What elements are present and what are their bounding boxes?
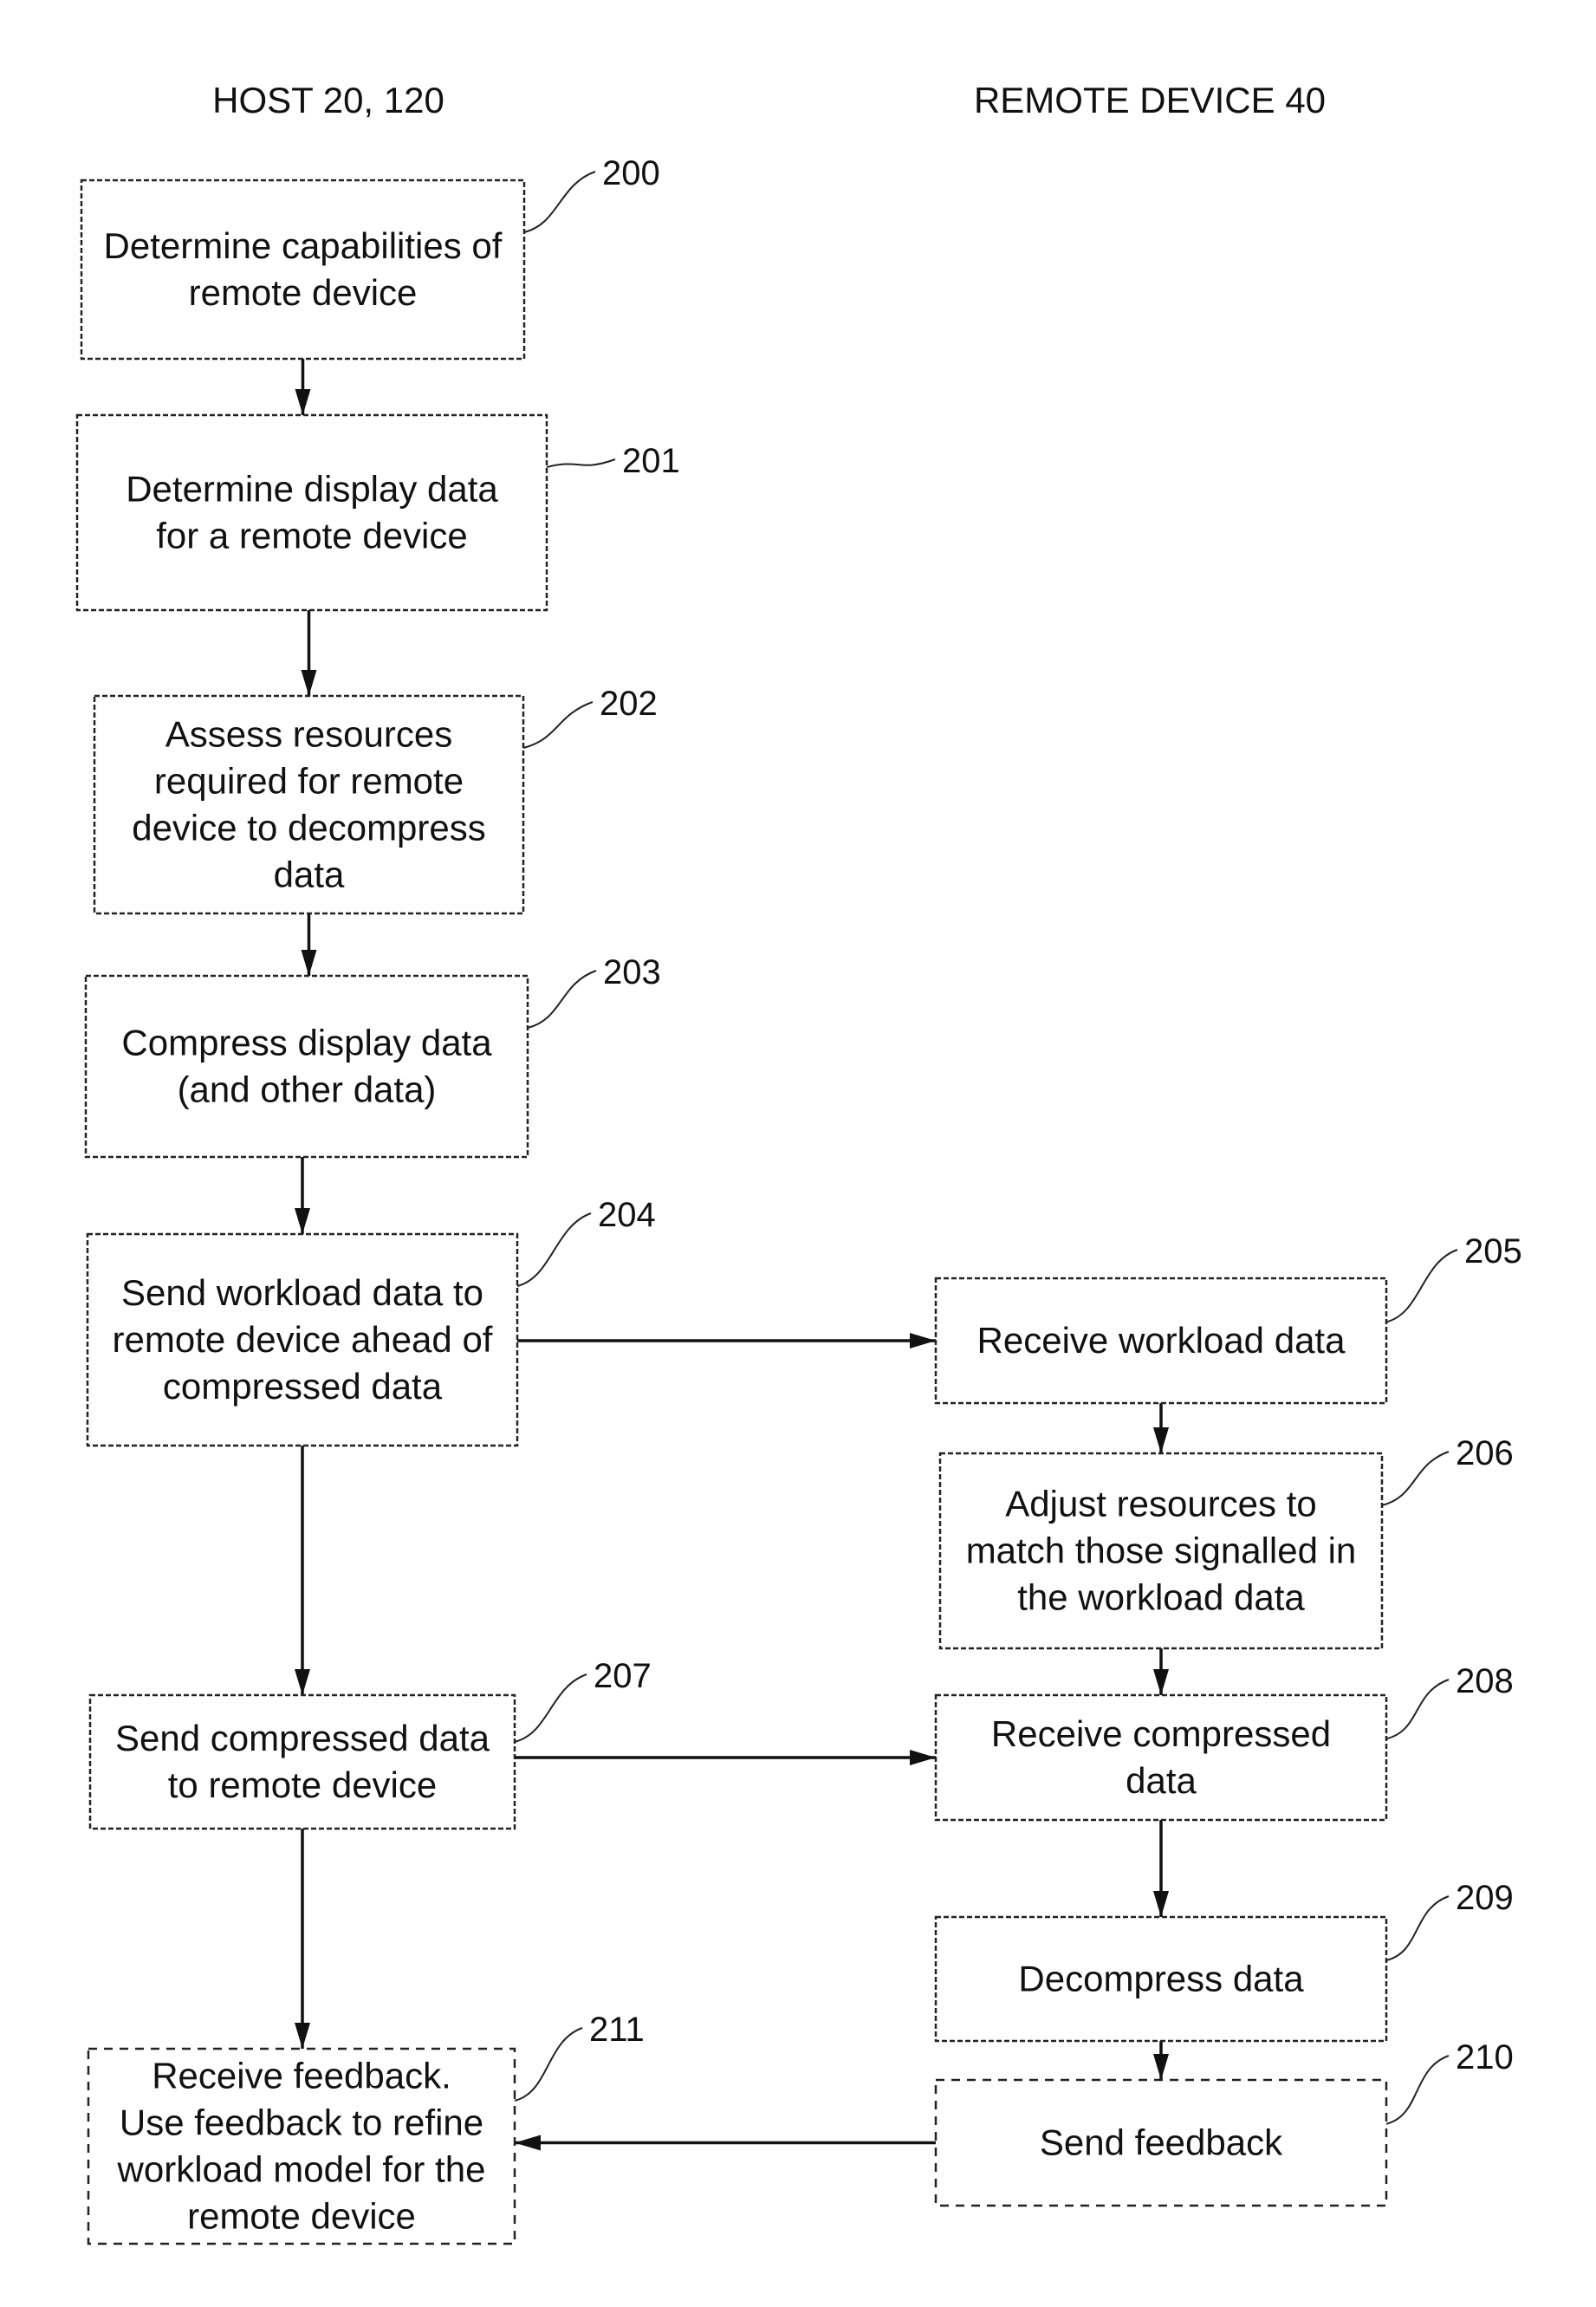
step-label-line: Use feedback to refine xyxy=(120,2102,483,2143)
edge-207-211 xyxy=(295,1829,310,2049)
reference-leader-line xyxy=(1385,2055,1450,2125)
arrowhead-icon xyxy=(301,670,317,696)
step-label-line: Send workload data to xyxy=(121,1272,483,1313)
edge-203-204 xyxy=(295,1157,310,1234)
reference-leader-line xyxy=(527,970,597,1029)
step-label-line: Decompress data xyxy=(1018,1959,1304,1999)
reference-numeral: 205 xyxy=(1464,1232,1522,1270)
arrowhead-icon xyxy=(1153,2054,1169,2080)
step-label-line: Receive compressed xyxy=(991,1713,1331,1754)
edge-210-211 xyxy=(515,2135,936,2151)
step-210: Send feedback 210 xyxy=(934,2038,1514,2207)
flowchart: HOST 20, 120 REMOTE DEVICE 40 Determine … xyxy=(75,80,1522,2245)
step-209: Decompress data 209 xyxy=(934,1879,1514,2043)
step-200: Determine capabilities of remote device 20… xyxy=(80,154,660,361)
step-label-line: data xyxy=(1126,1760,1197,1801)
reference-numeral: 201 xyxy=(622,442,680,480)
step-207: Send compressed data to remote device 207 xyxy=(88,1657,652,1830)
step-205: Receive workload data 205 xyxy=(934,1232,1522,1405)
step-box xyxy=(88,1693,516,1830)
step-208: Receive compressed data 208 xyxy=(934,1662,1514,1822)
arrowhead-icon xyxy=(295,1669,310,1695)
step-204: Send workload data to remote device ahead… xyxy=(86,1196,656,1447)
reference-numeral: 200 xyxy=(602,154,660,192)
reference-numeral: 209 xyxy=(1456,1879,1514,1917)
arrowhead-icon xyxy=(515,2135,541,2151)
step-label-line: (and other data) xyxy=(178,1069,437,1110)
step-206: Adjust resources to match those signalled… xyxy=(938,1434,1514,1650)
reference-numeral: 207 xyxy=(594,1657,652,1695)
edge-206-208 xyxy=(1153,1648,1169,1695)
reference-leader-line xyxy=(522,701,594,749)
reference-numeral: 211 xyxy=(589,2011,645,2049)
edge-205-206 xyxy=(1153,1403,1169,1453)
step-201: Determine display data for a remote devic… xyxy=(75,413,680,612)
step-label-line: remote device ahead of xyxy=(113,1319,493,1360)
reference-numeral: 210 xyxy=(1456,2038,1514,2076)
arrowhead-icon xyxy=(295,2023,310,2049)
host-column-header: HOST 20, 120 xyxy=(212,80,444,120)
step-203: Compress display data (and other data) 203 xyxy=(84,953,661,1159)
arrowhead-icon xyxy=(1153,1891,1169,1917)
reference-leader-line xyxy=(523,171,596,233)
arrowhead-icon xyxy=(1153,1669,1169,1695)
step-label-line: remote device xyxy=(189,272,418,313)
edge-207-208 xyxy=(515,1750,936,1765)
reference-numeral: 202 xyxy=(600,685,658,723)
step-label-line: Send compressed data xyxy=(115,1718,490,1758)
step-box xyxy=(75,413,548,612)
step-label-line: Determine capabilities of xyxy=(104,225,503,266)
edge-202-203 xyxy=(301,913,317,976)
step-label-line: Determine display data xyxy=(126,469,498,510)
reference-leader-line xyxy=(516,1212,592,1287)
reference-leader-line xyxy=(1381,1451,1450,1506)
arrowhead-icon xyxy=(1153,1427,1169,1453)
edge-209-210 xyxy=(1153,2041,1169,2080)
reference-numeral: 206 xyxy=(1456,1434,1514,1472)
remote-column-header: REMOTE DEVICE 40 xyxy=(974,80,1326,120)
step-202: Assess resources required for remote devic… xyxy=(93,685,658,915)
step-label-line: Send feedback xyxy=(1040,2122,1283,2163)
step-label-line: match those signalled in xyxy=(966,1530,1357,1571)
step-211: Receive feedback. Use feedback to refine w… xyxy=(87,2011,645,2245)
arrowhead-icon xyxy=(295,1208,310,1234)
reference-leader-line xyxy=(1385,1895,1450,1962)
step-box xyxy=(84,974,529,1159)
step-label-line: remote device xyxy=(187,2196,416,2237)
step-label-line: compressed data xyxy=(163,1366,443,1407)
arrowhead-icon xyxy=(910,1750,936,1765)
step-label-line: data xyxy=(274,855,345,895)
step-label-line: required for remote xyxy=(154,761,464,802)
reference-numeral: 203 xyxy=(603,953,661,991)
nodes-layer: Determine capabilities of remote device 20… xyxy=(75,154,1522,2245)
edge-200-201 xyxy=(295,359,311,415)
step-box xyxy=(80,179,526,361)
step-label-line: Receive feedback. xyxy=(152,2056,451,2096)
arrowhead-icon xyxy=(910,1333,936,1348)
arrowhead-icon xyxy=(295,389,311,415)
edge-204-207 xyxy=(295,1446,310,1695)
edge-201-202 xyxy=(301,610,317,696)
reference-leader-line xyxy=(514,2027,583,2102)
step-label-line: device to decompress xyxy=(132,808,486,848)
reference-leader-line xyxy=(514,1673,587,1743)
step-label-line: Assess resources xyxy=(165,714,452,755)
step-label-line: workload model for the xyxy=(117,2149,486,2190)
step-label-line: Compress display data xyxy=(121,1023,492,1063)
reference-leader-line xyxy=(1385,1249,1458,1323)
edge-204-205 xyxy=(517,1333,936,1348)
step-label-line: Adjust resources to xyxy=(1005,1484,1317,1524)
step-label-line: the workload data xyxy=(1017,1577,1305,1618)
arrowhead-icon xyxy=(301,950,317,976)
reference-numeral: 208 xyxy=(1456,1662,1514,1700)
reference-leader-line xyxy=(546,458,616,468)
step-label-line: for a remote device xyxy=(156,516,468,556)
edge-208-209 xyxy=(1153,1820,1169,1917)
reference-numeral: 204 xyxy=(598,1196,656,1234)
reference-leader-line xyxy=(1385,1679,1450,1740)
step-label-line: Receive workload data xyxy=(977,1320,1346,1361)
step-label-line: to remote device xyxy=(168,1764,438,1805)
